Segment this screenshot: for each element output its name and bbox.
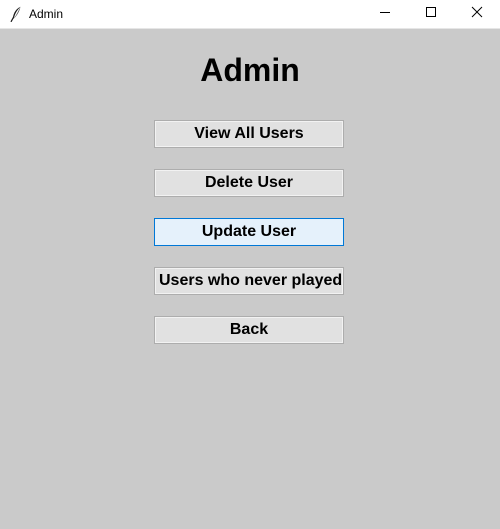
admin-window: Admin Admin View All Users Delete User U…: [0, 0, 500, 529]
title-bar: Admin: [0, 0, 500, 29]
update-user-button[interactable]: Update User: [154, 218, 344, 246]
close-button[interactable]: [454, 0, 500, 28]
delete-user-button[interactable]: Delete User: [154, 169, 344, 197]
minimize-icon: [379, 5, 391, 23]
maximize-icon: [425, 5, 437, 23]
view-all-users-button[interactable]: View All Users: [154, 120, 344, 148]
close-icon: [471, 5, 483, 23]
window-title: Admin: [29, 7, 64, 21]
maximize-button[interactable]: [408, 0, 454, 28]
feather-icon: [9, 6, 23, 22]
back-button[interactable]: Back: [154, 316, 344, 344]
minimize-button[interactable]: [362, 0, 408, 28]
users-never-played-button[interactable]: Users who never played: [154, 267, 344, 295]
page-title: Admin: [200, 52, 300, 88]
